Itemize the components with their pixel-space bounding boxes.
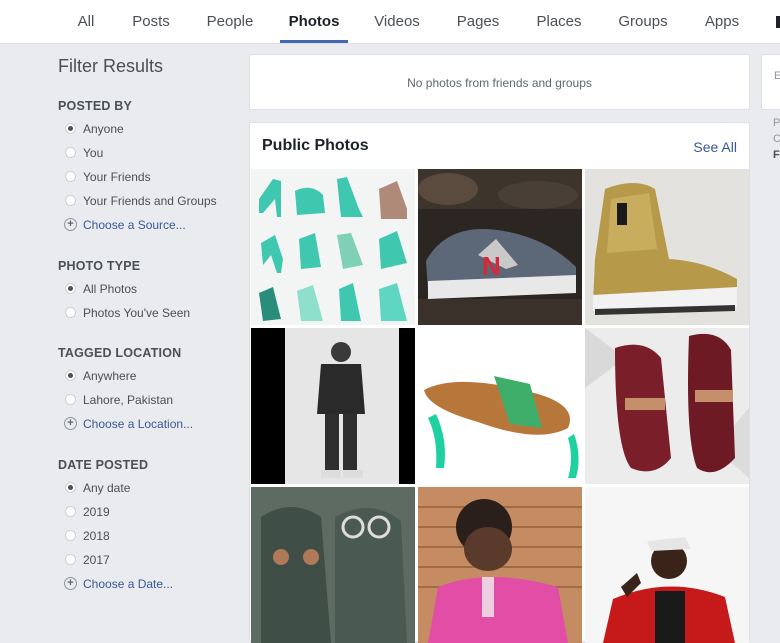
radio-selected-icon [65,482,76,493]
photo-thumbnail[interactable] [585,487,749,643]
right-column-text: C [773,133,780,145]
radio-icon [65,195,76,206]
posted-by-anyone[interactable]: Anyone [58,117,238,141]
radio-selected-icon [65,123,76,134]
tab-people[interactable]: People [203,0,257,43]
tab-videos[interactable]: Videos [370,0,424,43]
tab-places[interactable]: Places [532,0,586,43]
right-column-text: F [773,149,780,161]
photo-type-all[interactable]: All Photos [58,277,238,301]
see-all-link[interactable]: See All [693,139,737,155]
photo-type-section: PHOTO TYPE All Photos Photos You've Seen [58,259,238,325]
public-photos-panel: Public Photos See All N [249,122,750,643]
date-2018[interactable]: 2018 [58,524,238,548]
svg-text:N: N [482,251,501,281]
plus-circle-icon: + [64,218,77,231]
location-lahore[interactable]: Lahore, Pakistan [58,388,238,412]
tagged-location-title: TAGGED LOCATION [58,346,182,360]
posted-by-section: POSTED BY Anyone You Your Friends Your F… [58,99,238,237]
right-column-card: E [761,54,780,110]
radio-icon [65,506,76,517]
radio-icon [65,554,76,565]
tab-posts[interactable]: Posts [127,0,175,43]
plus-circle-icon: + [64,417,77,430]
photo-thumbnail[interactable] [418,328,582,484]
posted-by-friends-groups[interactable]: Your Friends and Groups [58,189,238,213]
radio-icon [65,307,76,318]
radio-icon [65,171,76,182]
photo-thumbnail[interactable]: N [418,169,582,325]
date-any[interactable]: Any date [58,476,238,500]
posted-by-friends[interactable]: Your Friends [58,165,238,189]
posted-by-title: POSTED BY [58,99,133,113]
choose-date-link[interactable]: + Choose a Date... [58,572,238,596]
tab-pages[interactable]: Pages [452,0,504,43]
location-anywhere[interactable]: Anywhere [58,364,238,388]
photo-thumbnail[interactable] [585,169,749,325]
photo-thumbnail[interactable] [251,169,415,325]
no-photos-message: No photos from friends and groups [407,76,592,90]
right-column-text: P [773,117,780,129]
right-card-text: E [774,70,780,82]
choose-location-link[interactable]: + Choose a Location... [58,412,238,436]
search-filter-tabs: All Posts People Photos Videos Pages Pla… [0,0,780,44]
radio-icon [65,147,76,158]
tab-apps[interactable]: Apps [700,0,744,43]
photo-thumbnail[interactable] [585,328,749,484]
photo-type-title: PHOTO TYPE [58,259,141,273]
choose-source-link[interactable]: + Choose a Source... [58,213,238,237]
more-tabs-edge[interactable] [776,16,780,28]
filter-results-heading: Filter Results [58,56,164,76]
radio-selected-icon [65,283,76,294]
tab-photos[interactable]: Photos [280,0,348,43]
date-posted-section: DATE POSTED Any date 2019 2018 2017 + Cho… [58,458,238,596]
date-posted-title: DATE POSTED [58,458,149,472]
date-2017[interactable]: 2017 [58,548,238,572]
radio-icon [65,530,76,541]
radio-icon [65,394,76,405]
date-2019[interactable]: 2019 [58,500,238,524]
photo-type-seen[interactable]: Photos You've Seen [58,301,238,325]
photo-thumbnail[interactable] [251,487,415,643]
tagged-location-section: TAGGED LOCATION Anywhere Lahore, Pakista… [58,346,238,436]
posted-by-you[interactable]: You [58,141,238,165]
photo-thumbnail[interactable] [251,328,415,484]
photo-thumbnail[interactable] [418,487,582,643]
tab-all[interactable]: All [70,0,102,43]
public-photos-title: Public Photos [262,137,369,154]
plus-circle-icon: + [64,577,77,590]
radio-selected-icon [65,370,76,381]
tab-groups[interactable]: Groups [614,0,672,43]
no-friend-photos-notice: No photos from friends and groups [249,54,750,110]
